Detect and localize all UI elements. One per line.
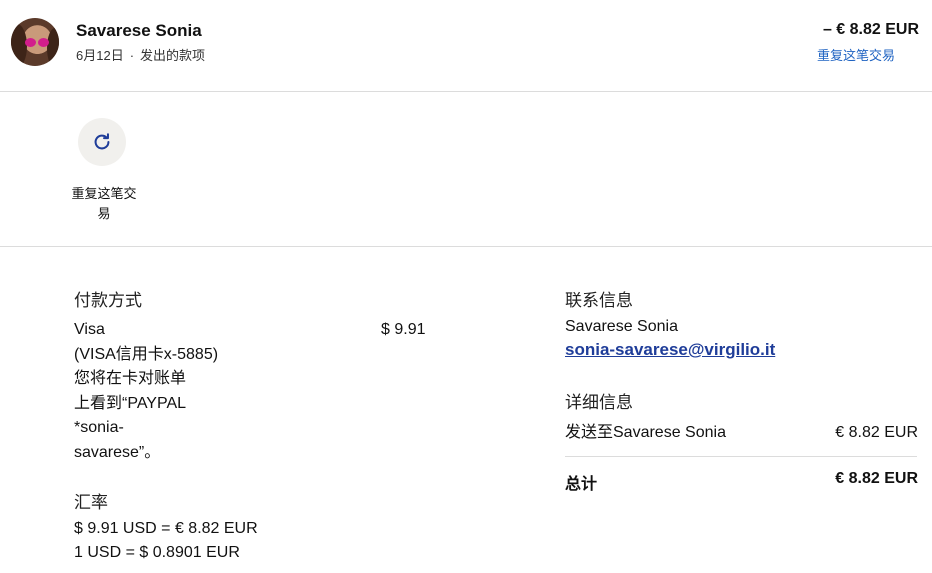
- payee-name: Savarese Sonia: [76, 21, 202, 40]
- contact-email-link[interactable]: sonia-savarese@virgilio.it: [565, 340, 775, 360]
- transaction-subtitle: 6月12日 · 发出的款项: [76, 45, 205, 64]
- contact-info-title: 联系信息: [565, 291, 633, 310]
- transaction-amount: – € 8.82 EUR: [822, 21, 919, 38]
- repeat-transaction-button[interactable]: [78, 118, 126, 166]
- transaction-date: 6月12日: [76, 48, 124, 63]
- payment-method-description: Visa (VISA信用卡x-5885) 您将在卡对账单 上看到“PAYPAL …: [74, 321, 219, 461]
- exchange-rate-conversion: $ 9.91 USD = € 8.82 EUR: [74, 520, 258, 537]
- subtitle-separator: ·: [129, 48, 135, 63]
- contact-name: Savarese Sonia: [565, 318, 678, 335]
- exchange-rate-title: 汇率: [74, 493, 108, 512]
- repeat-transaction-link[interactable]: 重复这笔交易: [817, 45, 895, 64]
- sent-amount: € 8.82 EUR: [835, 424, 918, 441]
- transaction-type: 发出的款项: [140, 48, 206, 63]
- payment-method-title: 付款方式: [74, 291, 142, 310]
- transaction-header: Savarese Sonia 6月12日 · 发出的款项 – € 8.82 EUR …: [0, 0, 932, 92]
- actions-section: 重复这笔交易: [0, 92, 932, 247]
- avatar: [11, 18, 59, 66]
- repeat-transaction-label: 重复这笔交易: [71, 186, 137, 221]
- sent-to-label: 发送至Savarese Sonia: [565, 424, 726, 441]
- details-title: 详细信息: [565, 393, 633, 412]
- total-amount: € 8.82 EUR: [835, 470, 918, 487]
- total-label: 总计: [565, 476, 598, 493]
- details-divider: [565, 456, 917, 457]
- refresh-icon: [94, 133, 110, 150]
- payment-method-amount: $ 9.91: [381, 321, 426, 338]
- transaction-detail-page: Savarese Sonia 6月12日 · 发出的款项 – € 8.82 EUR …: [0, 0, 932, 573]
- exchange-rate-unit: 1 USD = $ 0.8901 EUR: [74, 544, 240, 561]
